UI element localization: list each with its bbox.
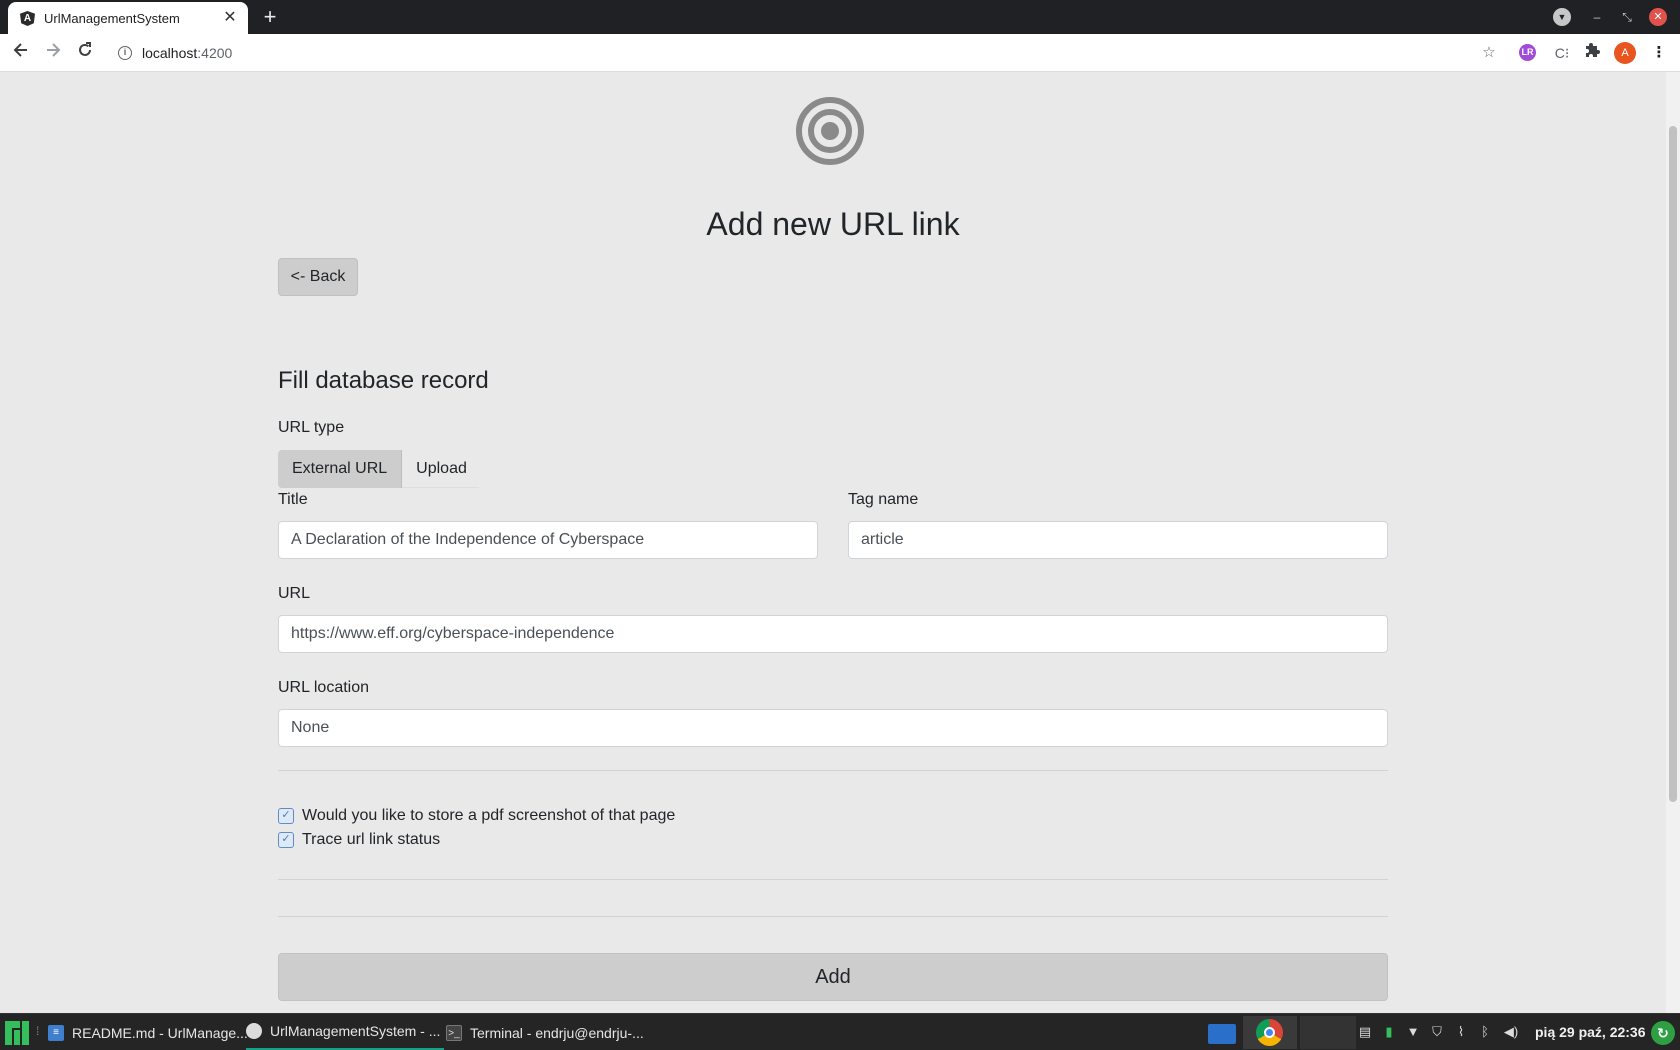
trace-status-option: ✓ Trace url link status (278, 831, 440, 849)
title-label: Title (278, 491, 308, 508)
page-content: Add new URL link <- Back Fill database r… (0, 72, 1666, 1013)
tab-title: UrlManagementSystem (44, 11, 180, 26)
divider (278, 879, 1388, 880)
extension-lr-icon[interactable]: LR (1519, 44, 1536, 61)
clock[interactable]: pią 29 paź, 22:36 (1535, 1024, 1646, 1040)
tag-name-input[interactable]: article (848, 521, 1388, 559)
url-type-label: URL type (278, 419, 345, 436)
url-type-upload-option[interactable]: Upload (402, 450, 481, 488)
puzzle-icon[interactable] (1582, 42, 1604, 64)
new-tab-button[interactable]: + (258, 4, 282, 30)
bluetooth-icon[interactable]: ᛒ (1476, 1023, 1494, 1041)
angular-favicon-icon: A (20, 11, 35, 26)
wifi-icon[interactable]: ▼ (1404, 1023, 1422, 1041)
taskbar-separator: ⁞ (36, 1024, 40, 1038)
url-host: localhost (142, 45, 198, 61)
browser-tab-bar: A UrlManagementSystem ✕ + ▼ – ⤡ ✕ (0, 0, 1680, 34)
forward-arrow-icon[interactable] (40, 40, 66, 66)
terminal-icon: >_ (446, 1024, 462, 1041)
text-editor-icon: ≡ (48, 1024, 64, 1041)
divider (278, 916, 1388, 917)
menu-dots-icon[interactable]: ⋮ (1648, 42, 1670, 64)
extension-c-icon[interactable]: C⁝ (1551, 42, 1573, 64)
page-scrollbar[interactable] (1666, 72, 1680, 1013)
pdf-screenshot-option: ✓ Would you like to store a pdf screensh… (278, 807, 675, 825)
update-icon[interactable]: ↻ (1651, 1021, 1675, 1045)
profile-avatar[interactable]: A (1614, 42, 1636, 64)
clipboard-icon[interactable]: ▤ (1356, 1023, 1374, 1041)
chrome-icon (246, 1023, 262, 1039)
minimize-icon[interactable]: – (1588, 8, 1606, 26)
trace-status-checkbox[interactable]: ✓ (278, 832, 294, 848)
tag-name-label: Tag name (848, 491, 919, 508)
chrome-launcher[interactable] (1243, 1016, 1297, 1049)
url-type-external-option[interactable]: External URL (278, 450, 403, 488)
target-logo-icon (796, 97, 864, 165)
browser-toolbar: i localhost:4200 ☆ LR C⁝ A ⋮ (0, 34, 1680, 72)
os-taskbar: ⁞ ≡ README.md - UrlManage... UrlManageme… (0, 1013, 1680, 1050)
reload-icon[interactable] (72, 40, 98, 66)
url-port: :4200 (197, 45, 233, 61)
battery-icon[interactable]: ▮ (1380, 1023, 1398, 1041)
volume-icon[interactable]: ◀) (1502, 1023, 1520, 1041)
close-window-icon[interactable]: ✕ (1649, 8, 1667, 26)
form-section-title: Fill database record (278, 367, 489, 394)
tab-close-icon[interactable]: ✕ (220, 8, 240, 28)
workspace-switcher[interactable] (1300, 1016, 1356, 1049)
taskbar-item-readme[interactable]: ≡ README.md - UrlManage... (48, 1014, 248, 1050)
back-button[interactable]: <- Back (278, 258, 358, 296)
trace-status-label[interactable]: Trace url link status (302, 831, 440, 849)
url-location-select[interactable]: None (278, 709, 1388, 747)
back-arrow-icon[interactable] (8, 40, 34, 66)
url-type-selector: External URL Upload (278, 450, 481, 488)
attachment-icon[interactable]: ⌇ (1452, 1023, 1470, 1041)
pdf-screenshot-checkbox[interactable]: ✓ (278, 808, 294, 824)
manjaro-menu-icon[interactable] (4, 1020, 30, 1046)
taskbar-item-label: Terminal - endrju@endrju-... (470, 1024, 644, 1041)
pdf-screenshot-label[interactable]: Would you like to store a pdf screenshot… (302, 807, 675, 825)
page-title: Add new URL link (706, 206, 960, 242)
url-input[interactable]: https://www.eff.org/cyberspace-independe… (278, 615, 1388, 653)
star-icon[interactable]: ☆ (1478, 42, 1500, 64)
tab-search-icon[interactable]: ▼ (1553, 8, 1571, 26)
taskbar-item-label: UrlManagementSystem - ... (270, 1023, 441, 1039)
title-input[interactable]: A Declaration of the Independence of Cyb… (278, 521, 818, 559)
scrollbar-thumb[interactable] (1669, 126, 1677, 802)
workspace-icon[interactable] (1208, 1024, 1236, 1044)
taskbar-item-browser[interactable]: UrlManagementSystem - ... (246, 1014, 444, 1050)
taskbar-item-terminal[interactable]: >_ Terminal - endrju@endrju-... (446, 1014, 644, 1050)
divider (278, 770, 1388, 771)
browser-tab[interactable]: A UrlManagementSystem ✕ (8, 2, 248, 34)
address-bar[interactable]: i localhost:4200 (110, 38, 1460, 68)
chrome-icon (1256, 1019, 1283, 1046)
restore-icon[interactable]: ⤡ (1618, 8, 1636, 26)
url-label: URL (278, 585, 311, 602)
security-icon[interactable]: ⛉ (1428, 1023, 1446, 1041)
url-location-label: URL location (278, 679, 370, 696)
add-button[interactable]: Add (278, 953, 1388, 1001)
taskbar-item-label: README.md - UrlManage... (72, 1024, 248, 1041)
address-text: localhost:4200 (142, 45, 232, 61)
info-icon[interactable]: i (118, 46, 132, 60)
